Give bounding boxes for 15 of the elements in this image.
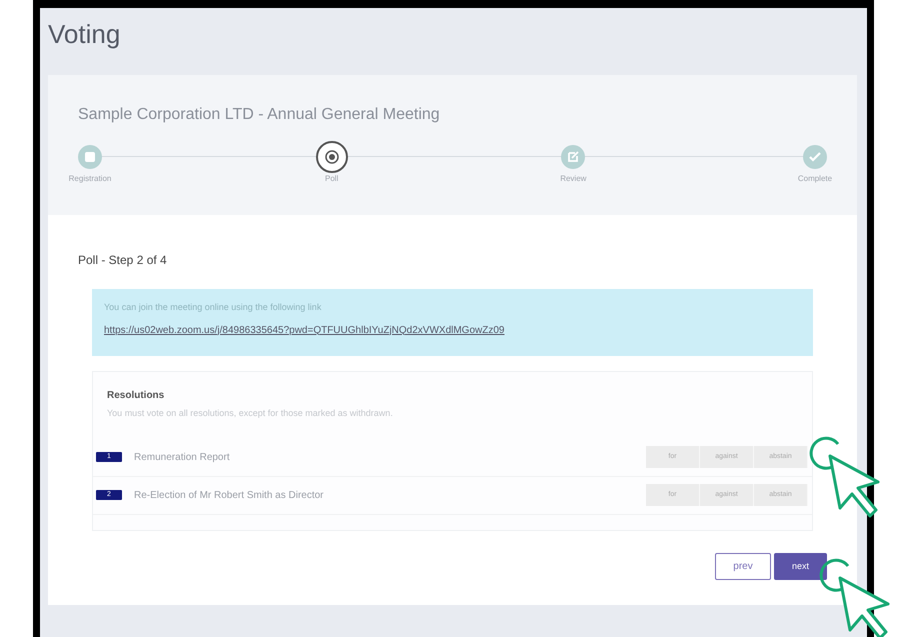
- meeting-title: Sample Corporation LTD - Annual General Meeting: [78, 105, 441, 125]
- resolutions-title: Resolutions: [106, 389, 166, 403]
- step-label: Review: [560, 173, 586, 185]
- step-label: Complete: [798, 173, 832, 185]
- step-label: Poll: [324, 173, 338, 185]
- info-text: You can join the meeting online using the following link: [104, 301, 322, 314]
- page-title: Voting: [48, 18, 122, 51]
- step-heading: Poll - Step 2 of 4: [78, 252, 168, 269]
- prev-button[interactable]: prev: [715, 553, 771, 580]
- resolution-title: Remuneration Report: [134, 450, 231, 464]
- meeting-link[interactable]: https://us02web.zoom.us/j/84986335645?pwd=QTFUUGhlbIYuZjNQd2xVWXdlMGowZz09: [104, 322, 801, 338]
- resolutions-note: You must vote on all resolutions, except for those marked as withdrawn.: [106, 407, 394, 420]
- step-label: Registration: [68, 173, 112, 185]
- resolution-title: Re-Election of Mr Robert Smith as Director: [134, 488, 325, 502]
- next-button[interactable]: next: [774, 553, 827, 580]
